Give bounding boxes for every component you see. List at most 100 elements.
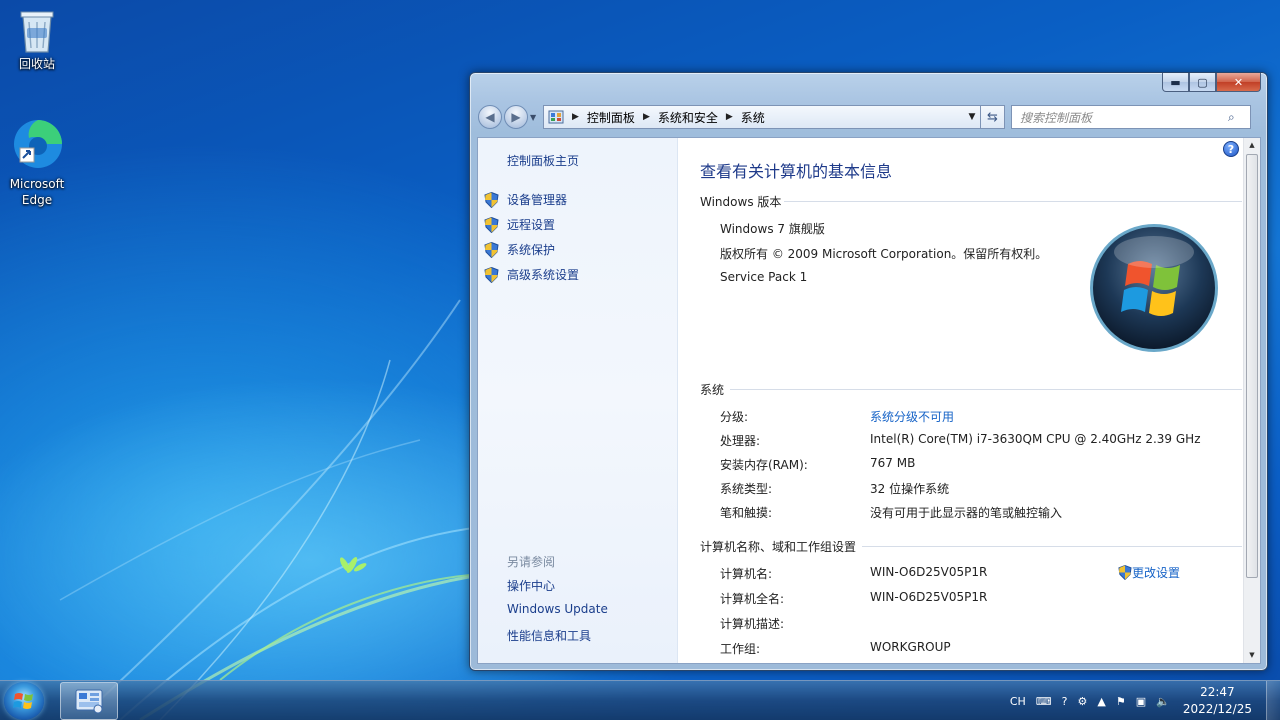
maximize-icon: ▢ xyxy=(1197,75,1208,89)
start-button[interactable] xyxy=(4,682,44,720)
shield-icon xyxy=(484,216,499,233)
forward-button[interactable]: ▶ xyxy=(504,105,528,129)
back-arrow-icon: ◀ xyxy=(485,110,495,124)
search-placeholder: 搜索控制面板 xyxy=(1020,110,1093,125)
settings-tray-icon[interactable]: ⚙ xyxy=(1078,695,1088,708)
processor-label: 处理器: xyxy=(720,434,761,448)
address-bar[interactable]: ▶ 控制面板 ▶ 系统和安全 ▶ 系统 ▼ xyxy=(543,105,981,129)
breadcrumb-separator-icon[interactable]: ▶ xyxy=(643,112,650,122)
section-system: 系统 xyxy=(700,381,1242,398)
task-links: 设备管理器 远程设置 系统保护 高级系统设置 xyxy=(484,187,579,287)
minimize-button[interactable]: ▬ xyxy=(1162,73,1189,92)
refresh-button[interactable]: ⇆ xyxy=(981,105,1005,129)
task-advanced-settings[interactable]: 高级系统设置 xyxy=(484,262,579,287)
address-dropdown-icon[interactable]: ▼ xyxy=(964,112,980,122)
ram-value: 767 MB xyxy=(870,456,916,470)
recycle-bin-icon xyxy=(20,11,54,53)
task-system-protection[interactable]: 系统保护 xyxy=(484,237,579,262)
content-area: 控制面板主页 设备管理器 远程设置 系统保护 高级系统设置 另请参阅 操作中心 … xyxy=(477,137,1261,664)
shield-icon xyxy=(484,241,499,258)
edge-icon xyxy=(14,120,62,168)
pen-touch-label: 笔和触摸: xyxy=(720,506,773,520)
section-heading: 系统 xyxy=(700,383,725,397)
desktop-icon-label: 回收站 xyxy=(18,57,55,71)
change-settings-link[interactable]: 更改设置 xyxy=(1118,564,1180,581)
help-icon: ? xyxy=(1227,142,1235,156)
show-hidden-icons-icon[interactable]: ▲ xyxy=(1097,695,1105,708)
close-button[interactable]: ✕ xyxy=(1216,73,1261,92)
back-button[interactable]: ◀ xyxy=(478,105,502,129)
main-panel: 查看有关计算机的基本信息 Windows 版本 Windows 7 旗舰版 版权… xyxy=(700,138,1242,663)
section-heading: 计算机名称、域和工作组设置 xyxy=(700,540,857,554)
show-desktop-button[interactable] xyxy=(1266,681,1280,720)
minimize-icon: ▬ xyxy=(1170,75,1181,89)
full-name-label: 计算机全名: xyxy=(720,592,785,606)
page-title: 查看有关计算机的基本信息 xyxy=(700,162,893,181)
full-name-value: WIN-O6D25V05P1R xyxy=(870,590,988,604)
taskbar-control-panel[interactable] xyxy=(60,682,118,720)
breadcrumb-system[interactable]: 系统 xyxy=(741,109,765,126)
section-divider xyxy=(784,201,1242,202)
shield-icon xyxy=(1118,565,1132,580)
task-remote-settings[interactable]: 远程设置 xyxy=(484,212,579,237)
desktop-icon-recycle-bin[interactable]: 回收站 xyxy=(0,6,74,72)
task-device-manager[interactable]: 设备管理器 xyxy=(484,187,579,212)
task-label: 系统保护 xyxy=(507,243,556,257)
breadcrumb-control-panel[interactable]: 控制面板 xyxy=(587,109,635,126)
taskbar: CH ⌨ ? ⚙ ▲ ⚑ ▣ 🔈 22:47 2022/12/25 xyxy=(0,680,1280,720)
scroll-thumb[interactable] xyxy=(1246,154,1258,578)
clock-time: 22:47 xyxy=(1200,685,1235,699)
left-task-pane: 控制面板主页 设备管理器 远程设置 系统保护 高级系统设置 另请参阅 操作中心 … xyxy=(478,138,678,663)
shield-icon xyxy=(484,191,499,208)
task-label: 远程设置 xyxy=(507,218,556,232)
network-icon[interactable]: ▣ xyxy=(1136,695,1146,708)
volume-icon[interactable]: 🔈 xyxy=(1156,695,1170,708)
task-label: 高级系统设置 xyxy=(507,268,580,282)
section-heading: Windows 版本 xyxy=(700,195,782,209)
change-settings-label: 更改设置 xyxy=(1132,566,1181,580)
link-windows-update[interactable]: Windows Update xyxy=(507,602,608,627)
recent-pages-dropdown[interactable]: ▼ xyxy=(530,113,540,122)
control-panel-icon xyxy=(75,689,103,714)
maximize-button[interactable]: ▢ xyxy=(1189,73,1216,92)
desktop-icon-edge[interactable]: Microsoft Edge xyxy=(0,118,74,208)
clock[interactable]: 22:47 2022/12/25 xyxy=(1183,684,1252,718)
shield-icon xyxy=(484,266,499,283)
scroll-up-icon[interactable]: ▲ xyxy=(1244,138,1260,153)
navigation-bar: ◀ ▶ ▼ ▶ 控制面板 ▶ 系统和安全 ▶ 系统 ▼ ⇆ 搜索控制面板 ⌕ xyxy=(478,103,1259,131)
system-rating-link[interactable]: 系统分级不可用 xyxy=(870,408,954,425)
link-performance-info[interactable]: 性能信息和工具 xyxy=(507,627,608,652)
computer-name-value: WIN-O6D25V05P1R xyxy=(870,565,988,579)
search-icon[interactable]: ⌕ xyxy=(1228,110,1250,125)
caption-buttons: ▬ ▢ ✕ xyxy=(1162,73,1261,92)
workgroup-label: 工作组: xyxy=(720,642,761,656)
action-center-flag-icon[interactable]: ⚑ xyxy=(1116,695,1126,708)
description-label: 计算机描述: xyxy=(720,617,785,631)
section-divider xyxy=(862,546,1242,547)
edition-service-pack: Service Pack 1 xyxy=(720,270,808,284)
processor-value: Intel(R) Core(TM) i7-3630QM CPU @ 2.40GH… xyxy=(870,432,1201,446)
breadcrumb-system-security[interactable]: 系统和安全 xyxy=(658,109,718,126)
breadcrumb-separator-icon[interactable]: ▶ xyxy=(726,112,733,122)
windows-start-icon xyxy=(13,693,33,709)
vertical-scrollbar[interactable]: ▲ ▼ xyxy=(1243,138,1260,663)
help-tray-icon[interactable]: ? xyxy=(1062,695,1068,708)
help-button[interactable]: ? xyxy=(1223,141,1239,157)
edition-copyright: 版权所有 © 2009 Microsoft Corporation。保留所有权利… xyxy=(720,247,1048,261)
keyboard-icon[interactable]: ⌨ xyxy=(1036,695,1052,708)
refresh-icon: ⇆ xyxy=(987,109,998,125)
search-input[interactable]: 搜索控制面板 ⌕ xyxy=(1011,105,1251,129)
link-action-center[interactable]: 操作中心 xyxy=(507,577,608,602)
windows-logo-icon xyxy=(1090,224,1218,352)
edition-name: Windows 7 旗舰版 xyxy=(720,222,825,236)
scroll-down-icon[interactable]: ▼ xyxy=(1244,648,1260,663)
control-panel-home-link[interactable]: 控制面板主页 xyxy=(507,152,579,169)
system-type-label: 系统类型: xyxy=(720,482,773,496)
clock-date: 2022/12/25 xyxy=(1182,702,1252,716)
language-indicator[interactable]: CH xyxy=(1010,695,1026,708)
desktop-icon-label: Microsoft Edge xyxy=(9,177,65,207)
pen-touch-value: 没有可用于此显示器的笔或触控输入 xyxy=(870,506,1063,520)
breadcrumb-separator-icon: ▶ xyxy=(572,112,579,122)
system-type-value: 32 位操作系统 xyxy=(870,482,950,496)
task-label: 设备管理器 xyxy=(507,193,568,207)
